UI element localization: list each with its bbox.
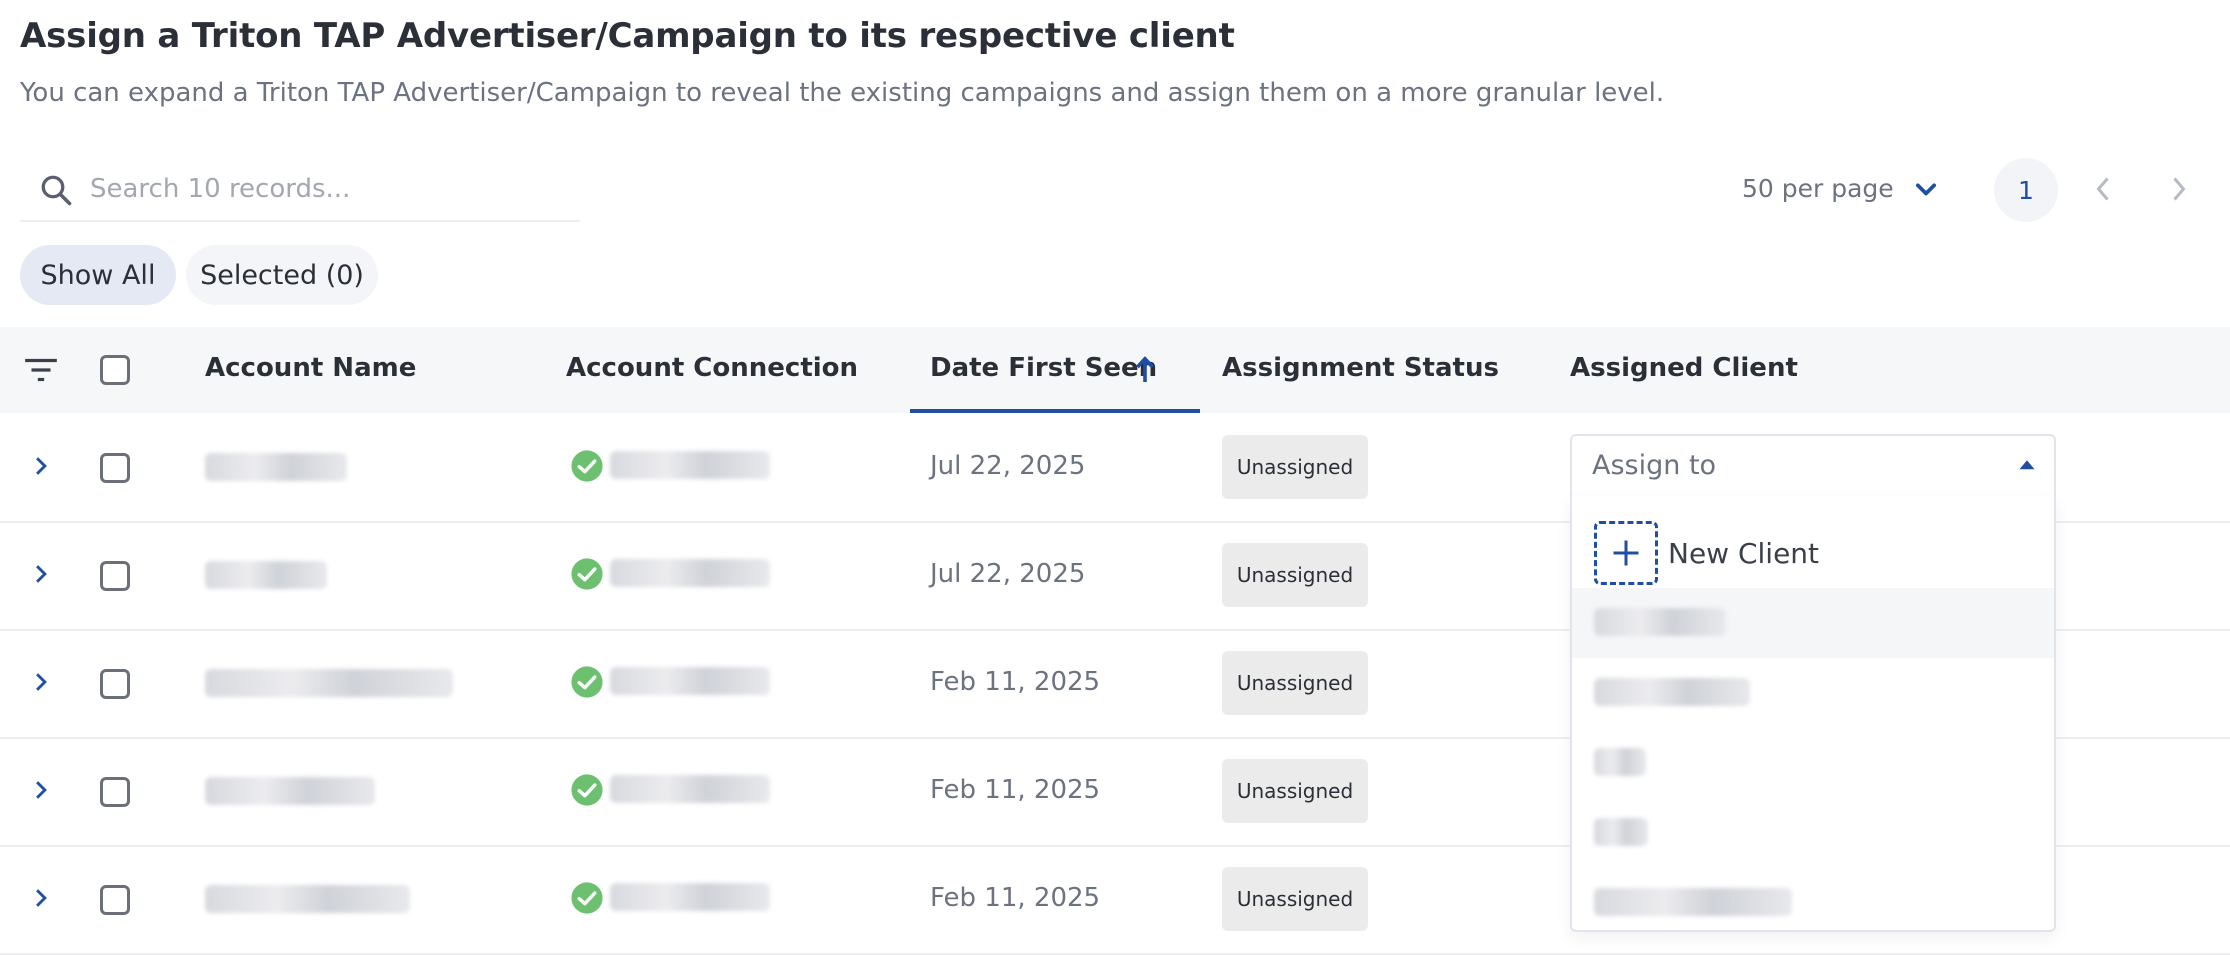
row-checkbox[interactable] <box>100 561 130 591</box>
arrow-up-icon[interactable] <box>1134 355 1156 385</box>
check-circle-icon <box>571 882 603 914</box>
assign-to-select[interactable]: Assign to <box>1570 434 2056 500</box>
column-header-assignment-status[interactable]: Assignment Status <box>1222 353 1499 383</box>
account-connection-redacted <box>610 451 770 479</box>
search-input[interactable] <box>88 168 572 210</box>
client-name-redacted <box>1594 818 1648 846</box>
row-checkbox[interactable] <box>100 669 130 699</box>
assign-to-value: Assign to <box>1592 450 1717 481</box>
column-header-account-connection[interactable]: Account Connection <box>566 353 858 383</box>
client-option[interactable] <box>1572 658 2054 728</box>
column-header-assigned-client: Assigned Client <box>1570 353 1798 383</box>
date-first-seen: Jul 22, 2025 <box>930 559 1086 589</box>
client-option[interactable] <box>1572 728 2054 798</box>
select-all-checkbox[interactable] <box>100 355 130 385</box>
client-name-redacted <box>1594 608 1726 636</box>
chevron-right-icon[interactable] <box>30 453 52 479</box>
account-connection-redacted <box>610 775 770 803</box>
chevron-right-icon[interactable] <box>30 669 52 695</box>
check-circle-icon <box>571 558 603 590</box>
check-circle-icon <box>571 666 603 698</box>
account-connection-redacted <box>610 883 770 911</box>
status-badge: Unassigned <box>1222 543 1368 607</box>
account-name-redacted <box>205 453 347 481</box>
caret-up-icon[interactable] <box>2018 458 2036 470</box>
chevron-right-icon[interactable] <box>30 561 52 587</box>
status-badge: Unassigned <box>1222 435 1368 499</box>
date-first-seen: Feb 11, 2025 <box>930 883 1101 913</box>
new-client-label: New Client <box>1668 536 1820 570</box>
status-badge: Unassigned <box>1222 759 1368 823</box>
chevron-right-icon[interactable] <box>2168 174 2190 204</box>
page-number-current[interactable]: 1 <box>1994 158 2058 222</box>
row-checkbox[interactable] <box>100 453 130 483</box>
client-option[interactable] <box>1572 588 2054 658</box>
client-option[interactable] <box>1572 798 2054 868</box>
page-title: Assign a Triton TAP Advertiser/Campaign … <box>20 16 1235 56</box>
row-checkbox[interactable] <box>100 885 130 915</box>
client-name-redacted <box>1594 678 1750 706</box>
account-name-redacted <box>205 669 453 697</box>
table-header: Account Name Account Connection Date Fir… <box>0 327 2230 413</box>
check-circle-icon <box>571 450 603 482</box>
plus-icon <box>1594 521 1658 585</box>
date-first-seen: Feb 11, 2025 <box>930 667 1101 697</box>
chevron-right-icon[interactable] <box>30 885 52 911</box>
page-subtitle: You can expand a Triton TAP Advertiser/C… <box>20 78 1665 108</box>
account-name-redacted <box>205 561 327 589</box>
chevron-down-icon[interactable] <box>1912 176 1940 204</box>
chevron-right-icon[interactable] <box>30 777 52 803</box>
filter-icon[interactable] <box>22 354 60 386</box>
date-first-seen: Feb 11, 2025 <box>930 775 1101 805</box>
account-name-redacted <box>205 885 410 913</box>
search-icon <box>41 175 72 206</box>
status-badge: Unassigned <box>1222 867 1368 931</box>
assign-to-menu: New Client <box>1570 496 2056 932</box>
status-badge: Unassigned <box>1222 651 1368 715</box>
new-client-option[interactable]: New Client <box>1594 518 1819 588</box>
date-first-seen: Jul 22, 2025 <box>930 451 1086 481</box>
client-name-redacted <box>1594 748 1646 776</box>
client-option[interactable] <box>1572 868 2054 930</box>
account-connection-redacted <box>610 559 770 587</box>
column-header-date-first-seen[interactable]: Date First Seen <box>930 353 1157 383</box>
per-page-label[interactable]: 50 per page <box>1742 174 1894 203</box>
chevron-left-icon[interactable] <box>2092 174 2114 204</box>
selected-chip[interactable]: Selected (0) <box>186 245 378 305</box>
check-circle-icon <box>571 774 603 806</box>
column-header-account-name[interactable]: Account Name <box>205 353 416 383</box>
row-checkbox[interactable] <box>100 777 130 807</box>
search-bar <box>20 160 580 222</box>
client-name-redacted <box>1594 888 1792 916</box>
account-connection-redacted <box>610 667 770 695</box>
show-all-chip[interactable]: Show All <box>20 245 176 305</box>
account-name-redacted <box>205 777 375 805</box>
